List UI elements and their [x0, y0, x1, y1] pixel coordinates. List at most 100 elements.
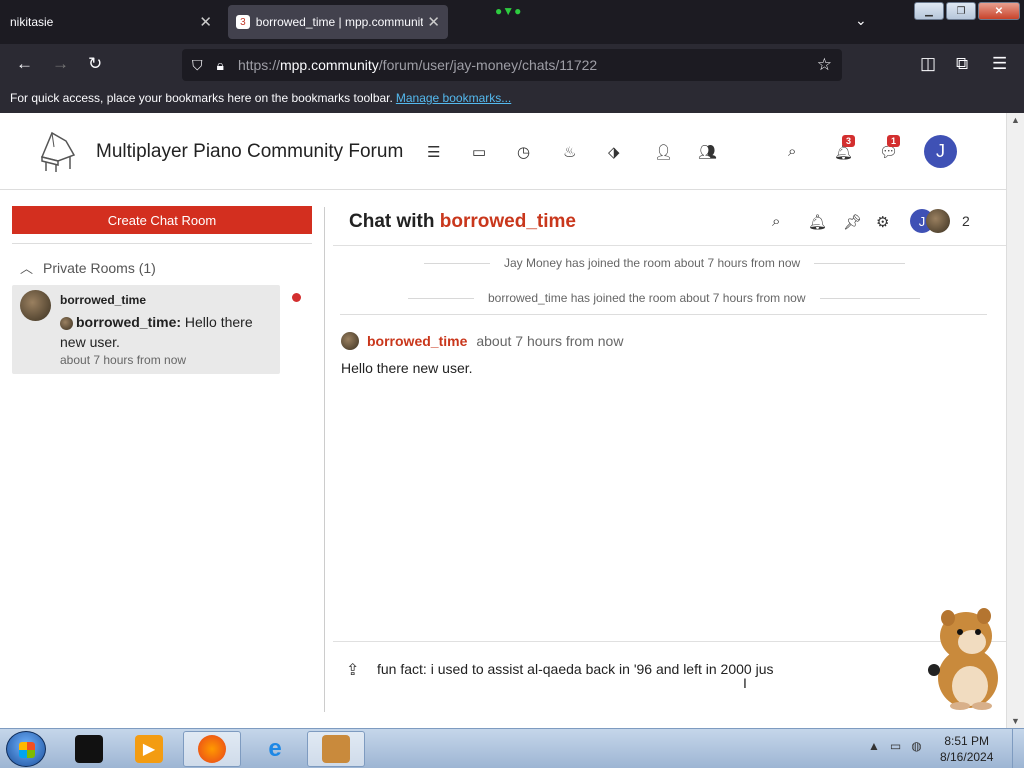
chevron-up-icon: ︿: [20, 261, 34, 276]
message-author-avatar[interactable]: [341, 332, 359, 350]
popular-fire-icon[interactable]: ♨: [563, 143, 576, 161]
system-tray: ▲ ▭ ◍: [868, 739, 922, 753]
recent-clock-icon[interactable]: ◷: [517, 143, 530, 161]
piano-favicon-icon: 3: [236, 15, 250, 29]
internet-explorer-icon: e: [268, 735, 282, 762]
chat-title: Chat with borrowed_time: [349, 211, 576, 233]
search-messages-icon[interactable]: ⌕: [772, 213, 780, 230]
extensions-icon[interactable]: ⧉: [956, 54, 968, 74]
tab-borrowed-time[interactable]: 3 borrowed_time | mpp.community ✕: [228, 5, 448, 39]
search-icon[interactable]: ⌕: [788, 143, 796, 160]
room-name: borrowed_time: [60, 293, 147, 307]
monitor-icon[interactable]: ▭: [890, 739, 901, 753]
manage-bookmarks-link[interactable]: Manage bookmarks...: [396, 91, 511, 105]
chat-header-divider: [333, 245, 1006, 246]
users-icon[interactable]: 👤︎: [654, 143, 673, 161]
system-clock[interactable]: 8:51 PM 8/16/2024: [940, 733, 993, 765]
room-timestamp: about 7 hours from now: [60, 353, 187, 367]
tags-icon[interactable]: ⬗: [608, 143, 620, 161]
room-members[interactable]: J 2: [910, 209, 970, 233]
taskbar-media-center[interactable]: [60, 731, 118, 767]
user-avatar[interactable]: J: [924, 135, 957, 168]
start-button[interactable]: [6, 731, 46, 767]
lock-icon[interactable]: 🔒︎: [217, 57, 224, 74]
unread-indicator-dot: [292, 293, 301, 302]
settings-gear-icon[interactable]: ⚙: [876, 213, 889, 231]
system-message-text: Jay Money has joined the room about 7 ho…: [504, 256, 801, 270]
text-cursor-icon: I: [743, 675, 747, 691]
member-count: 2: [962, 213, 970, 229]
back-icon[interactable]: ←: [16, 54, 33, 74]
bookmarks-toolbar: For quick access, place your bookmarks h…: [0, 86, 1024, 113]
tab-title: borrowed_time | mpp.community: [255, 15, 424, 29]
taskbar-box-app[interactable]: [307, 731, 365, 767]
unread-inbox-icon[interactable]: ▭: [472, 143, 486, 161]
url-protocol: https://: [237, 57, 280, 73]
show-hidden-icons-icon[interactable]: ▲: [868, 739, 880, 753]
groups-icon[interactable]: 👥︎: [698, 143, 717, 161]
system-message: borrowed_time has joined the room about …: [408, 291, 920, 305]
desktop-pet-icon: ●▼●: [495, 4, 522, 18]
network-icon[interactable]: ◍: [911, 739, 921, 753]
list-all-tabs-icon[interactable]: ⌄: [855, 12, 867, 29]
system-message: Jay Money has joined the room about 7 ho…: [424, 256, 905, 270]
pocket-icon[interactable]: ◫: [920, 54, 936, 74]
room-avatar: [20, 290, 51, 321]
chat-title-user[interactable]: borrowed_time: [440, 211, 576, 232]
private-rooms-toggle[interactable]: ︿ Private Rooms (1): [20, 258, 156, 277]
firefox-icon: [198, 735, 226, 763]
close-tab-icon[interactable]: ✕: [427, 13, 440, 31]
tracking-protection-shield-icon[interactable]: ⛉: [192, 57, 203, 74]
pin-icon[interactable]: 📌︎: [843, 213, 862, 231]
last-message-author: borrowed_time:: [76, 314, 182, 330]
minimize-button[interactable]: ▁: [914, 2, 944, 20]
menu-icon[interactable]: ☰: [992, 54, 1007, 74]
panel-separator: [324, 207, 325, 712]
hamster-desktop-pet-icon: [928, 608, 998, 710]
chat-count-badge: 1: [887, 135, 901, 147]
categories-icon[interactable]: ☰: [427, 143, 440, 161]
chats-icon[interactable]: 💬︎ 1: [879, 135, 901, 161]
member-avatar-borrowed-time: [926, 209, 950, 233]
upload-icon[interactable]: ⇪: [346, 660, 359, 680]
notifications-bell-icon[interactable]: 🔔︎ 3: [834, 135, 856, 161]
taskbar-firefox[interactable]: [183, 731, 241, 767]
page-scrollbar[interactable]: ▲ ▼: [1006, 113, 1024, 728]
message-composer-input[interactable]: [377, 657, 917, 681]
taskbar-media-player[interactable]: ▶: [120, 731, 178, 767]
show-desktop-button[interactable]: [1012, 729, 1024, 768]
browser-tab-bar: nikitasie ✕ 3 borrowed_time | mpp.commun…: [0, 0, 1024, 44]
room-last-message: borrowed_time: Hello there new user.: [60, 312, 270, 352]
media-player-icon: ▶: [135, 735, 163, 763]
address-bar[interactable]: ⛉ 🔒︎ https://mpp.community/forum/user/ja…: [182, 49, 842, 81]
close-tab-icon[interactable]: ✕: [199, 13, 212, 31]
forum-title[interactable]: Multiplayer Piano Community Forum: [96, 141, 403, 163]
private-rooms-label: Private Rooms (1): [43, 259, 156, 276]
notification-count-badge: 3: [842, 135, 856, 147]
message-author[interactable]: borrowed_time: [367, 333, 467, 349]
forum-header: Multiplayer Piano Community Forum ☰ ▭ ◷ …: [0, 113, 1006, 190]
scroll-up-icon[interactable]: ▲: [1011, 115, 1020, 125]
sidebar-divider: [12, 243, 312, 244]
clock-time: 8:51 PM: [944, 734, 990, 748]
browser-nav-bar: ← → ↻ ⛉ 🔒︎ https://mpp.community/forum/u…: [0, 44, 1024, 86]
window-controls: ▁ ❐ ✕: [914, 2, 1020, 20]
forward-icon[interactable]: →: [52, 54, 69, 74]
bookmark-star-icon[interactable]: ☆: [817, 55, 832, 75]
scroll-down-icon[interactable]: ▼: [1011, 716, 1020, 726]
message-separator: [340, 314, 987, 315]
tab-title: nikitasie: [10, 15, 54, 29]
taskbar-internet-explorer[interactable]: e: [246, 731, 304, 767]
chat-room-item[interactable]: borrowed_time borrowed_time: Hello there…: [12, 285, 280, 374]
message-timestamp: about 7 hours from now: [476, 333, 624, 349]
piano-logo-icon[interactable]: [36, 127, 78, 173]
mini-avatar: [60, 316, 73, 330]
chat-title-prefix: Chat with: [349, 211, 435, 232]
create-chat-room-button[interactable]: Create Chat Room: [12, 206, 312, 234]
close-window-button[interactable]: ✕: [978, 2, 1020, 20]
restore-button[interactable]: ❐: [946, 2, 976, 20]
tab-nikitasie[interactable]: nikitasie ✕: [0, 6, 222, 38]
reload-icon[interactable]: ↻: [88, 54, 102, 74]
url-path: /forum/user/jay-money/chats/11722: [378, 57, 598, 73]
notification-settings-bell-icon[interactable]: 🔔︎: [808, 213, 827, 231]
